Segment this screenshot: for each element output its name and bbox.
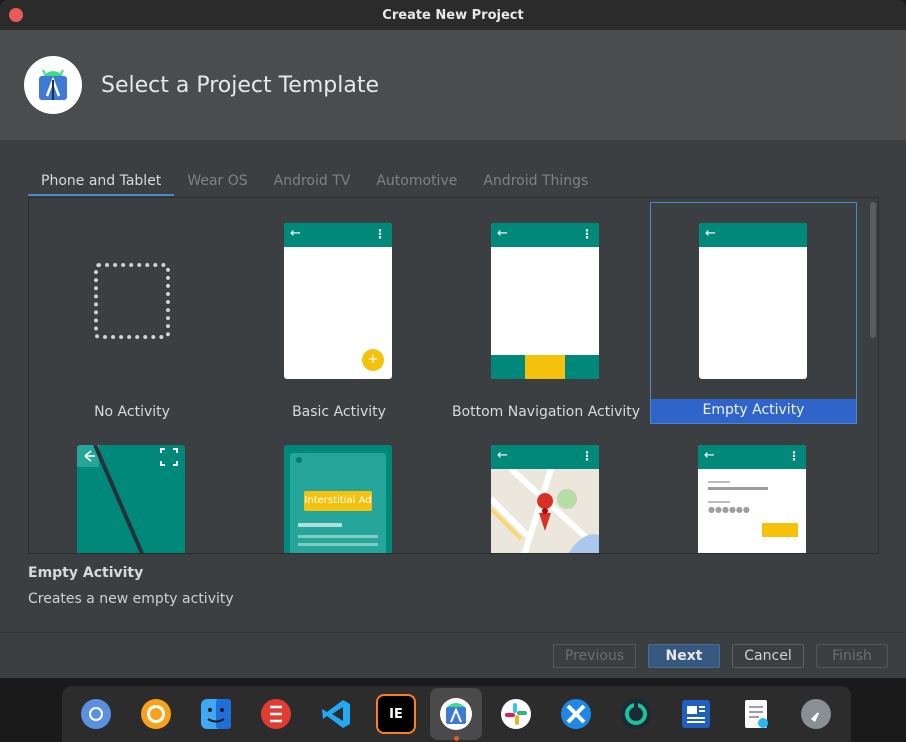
button-bar: Previous Next Cancel Finish [0,632,906,678]
app-bar: ← ⋮ [698,445,806,469]
tab-wear-os[interactable]: Wear OS [174,170,260,196]
back-arrow-icon: ← [705,226,716,241]
finish-button[interactable]: Finish [816,644,888,668]
template-label: Bottom Navigation Activity [451,404,641,420]
bottom-nav-bar [491,355,599,379]
gallery-scrollbar[interactable] [870,202,876,338]
header: Select a Project Template [0,30,906,140]
android-studio-icon[interactable] [436,694,476,734]
rocket-icon[interactable] [796,694,836,734]
back-arrow-icon: ← [497,226,508,241]
fab-plus-icon: + [362,349,384,371]
map-preview-icon [491,469,599,553]
app-bar: ← ⋮ [284,223,392,247]
template-basic-activity[interactable]: ← ⋮ + Basic Activity [236,203,442,425]
phone-preview: ← ⋮ [491,445,599,553]
app-bar: ← [699,223,807,247]
phone-preview: ← [699,223,807,379]
close-window-button[interactable] [9,8,23,22]
news-icon[interactable] [676,694,716,734]
back-arrow-icon: ← [704,448,715,463]
interstitial-ad-badge: Interstitial Ad [304,491,372,511]
overflow-menu-icon: ⋮ [581,449,593,463]
page-title: Select a Project Template [101,72,379,98]
previous-button[interactable]: Previous [553,644,636,668]
template-google-maps-activity[interactable]: ← ⋮ [443,445,649,553]
overflow-menu-icon: ⋮ [581,227,593,241]
tab-android-things[interactable]: Android Things [470,170,601,196]
template-description-title: Empty Activity [28,565,144,581]
dock: IE [62,686,851,742]
red-app-icon[interactable] [256,694,296,734]
template-gallery: No Activity ← ⋮ + Basic Activity ← ⋮ Bot… [28,197,879,554]
next-button[interactable]: Next [648,644,720,668]
x-icon[interactable] [556,694,596,734]
title-bar: Create New Project [0,0,906,30]
template-empty-activity[interactable]: ← Empty Activity [650,202,857,424]
vscode-icon[interactable] [316,694,356,734]
tab-android-tv[interactable]: Android TV [261,170,364,196]
intellij-icon[interactable]: IE [376,694,416,734]
template-bottom-navigation-activity[interactable]: ← ⋮ Bottom Navigation Activity [443,203,649,425]
category-tabs: Phone and Tablet Wear OS Android TV Auto… [28,170,601,196]
phone-preview: ← ⋮ [491,223,599,379]
template-fullscreen-activity[interactable] [29,445,235,553]
template-label: No Activity [94,404,170,420]
template-interstitial-ad[interactable]: Interstitial Ad [236,445,442,553]
empty-dashed-square-icon [94,263,170,339]
ring-icon[interactable] [616,694,656,734]
running-indicator [454,736,459,741]
phone-preview: ← ⋮ + [284,223,392,379]
phone-preview [77,445,185,553]
circle-icon[interactable] [136,694,176,734]
template-label: Empty Activity [651,399,856,423]
tab-phone-and-tablet[interactable]: Phone and Tablet [28,170,175,196]
create-project-window: Create New Project Select a Project Temp… [0,0,906,678]
phone-preview: Interstitial Ad [284,445,392,553]
overflow-menu-icon: ⋮ [374,227,386,241]
app-bar: ← ⋮ [491,445,599,469]
app-bar: ← ⋮ [491,223,599,247]
cancel-button[interactable]: Cancel [732,644,804,668]
tab-automotive[interactable]: Automotive [363,170,470,196]
notes-icon[interactable] [736,694,776,734]
template-description-text: Creates a new empty activity [28,591,234,607]
template-no-activity[interactable]: No Activity [29,203,235,425]
back-arrow-icon: ← [497,448,508,463]
back-arrow-icon: ← [290,226,301,241]
template-login-activity[interactable]: ← ⋮ ●●●●●● [650,445,856,553]
chromium-icon[interactable] [76,694,116,734]
template-label: Basic Activity [292,404,386,420]
slack-icon[interactable] [496,694,536,734]
android-studio-logo-icon [24,56,82,114]
window-title: Create New Project [382,7,524,23]
phone-preview: ← ⋮ ●●●●●● [698,445,806,553]
overflow-menu-icon: ⋮ [788,449,800,463]
finder-icon[interactable] [196,694,236,734]
